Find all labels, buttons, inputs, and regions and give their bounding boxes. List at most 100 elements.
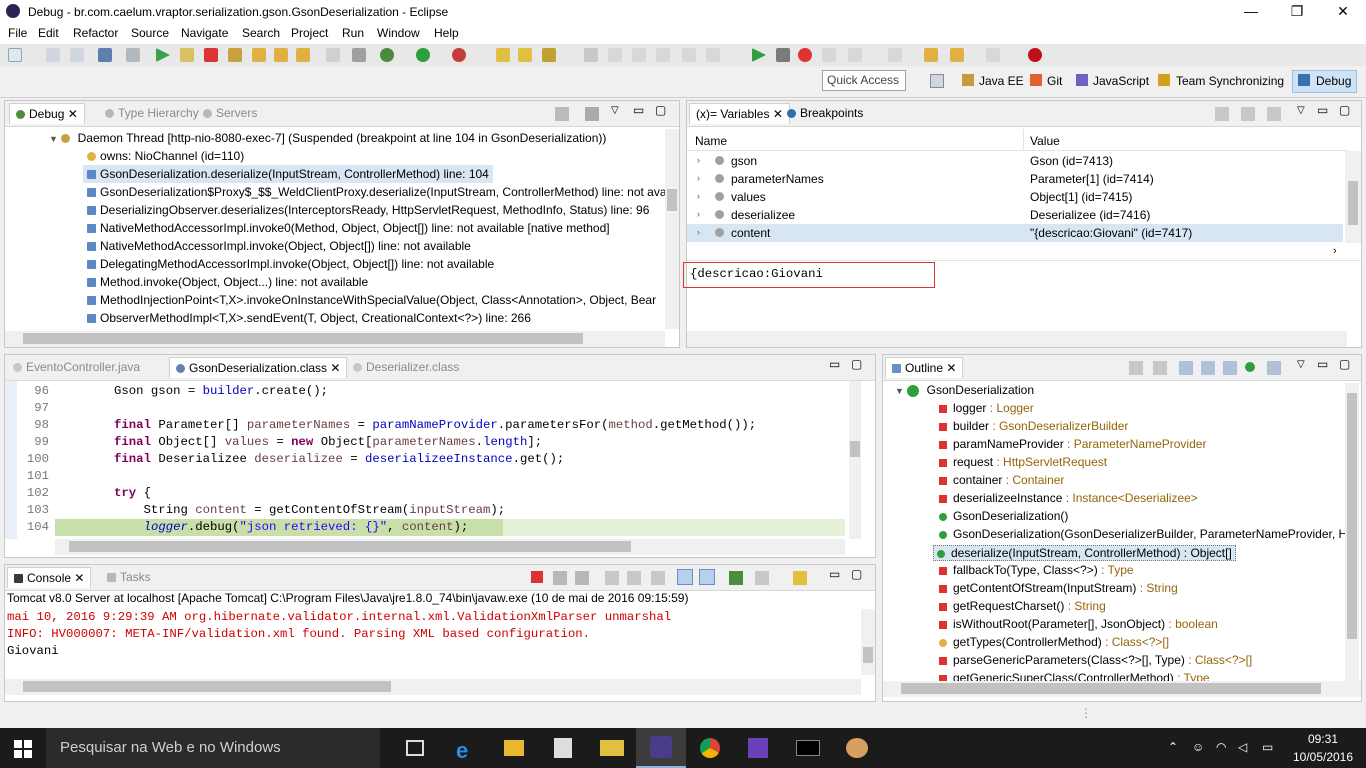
- view-menu-icon[interactable]: [585, 107, 599, 121]
- show-whitespace-icon[interactable]: [682, 48, 696, 62]
- new-java-project-icon[interactable]: [496, 48, 510, 62]
- edge-icon[interactable]: e: [456, 738, 468, 764]
- minimize-view-icon[interactable]: ▭: [1317, 103, 1328, 117]
- thread-node[interactable]: ▼ Daemon Thread [http-nio-8080-exec-7] (…: [49, 131, 606, 145]
- step-return-icon[interactable]: [296, 48, 310, 62]
- scroll-lock-icon[interactable]: [627, 571, 641, 585]
- menu-search[interactable]: Search: [242, 26, 280, 40]
- tab-outline[interactable]: Outline ✕: [885, 357, 964, 378]
- menu-help[interactable]: Help: [434, 26, 459, 40]
- scrollbar-thumb[interactable]: [1347, 393, 1357, 639]
- view-dropdown-icon[interactable]: ▽: [611, 105, 619, 116]
- collapse-icon[interactable]: ▼: [895, 386, 904, 396]
- folder-icon[interactable]: [600, 740, 624, 756]
- debug-vertical-scrollbar[interactable]: [665, 129, 679, 329]
- pin-console-icon[interactable]: [729, 571, 743, 585]
- word-wrap-icon[interactable]: [651, 571, 665, 585]
- show-hidden-icons-icon[interactable]: ⌃: [1168, 740, 1178, 754]
- forward-icon[interactable]: [986, 48, 1000, 62]
- breakpoint-ruler[interactable]: [5, 381, 17, 539]
- paint-icon[interactable]: [846, 738, 868, 758]
- drop-to-frame-icon[interactable]: [326, 48, 340, 62]
- outline-horizontal-scrollbar[interactable]: [883, 681, 1361, 697]
- expand-icon[interactable]: ›: [697, 173, 700, 183]
- windows-start-icon[interactable]: [14, 740, 32, 758]
- scrollbar-thumb[interactable]: [850, 441, 860, 457]
- console-output[interactable]: mai 10, 2016 9:29:39 AM org.hibernate.va…: [7, 609, 859, 660]
- menu-window[interactable]: Window: [377, 26, 420, 40]
- minimize-view-icon[interactable]: ▭: [829, 357, 840, 371]
- run-external-tools-icon[interactable]: [452, 48, 466, 62]
- outline-item[interactable]: fallbackTo(Type, Class<?>) : Type: [939, 563, 1134, 577]
- back-icon[interactable]: [950, 48, 964, 62]
- variable-row[interactable]: › values Object[1] (id=7415): [687, 188, 1343, 206]
- step-over-icon[interactable]: [274, 48, 288, 62]
- prev-annotation-icon[interactable]: [888, 48, 902, 62]
- hand-icon[interactable]: [822, 48, 836, 62]
- stack-frame[interactable]: NativeMethodAccessorImpl.invoke(Object, …: [87, 239, 471, 253]
- show-type-names-icon[interactable]: [1215, 107, 1229, 121]
- expand-icon[interactable]: ›: [697, 155, 700, 165]
- pilcrow-icon[interactable]: [706, 48, 720, 62]
- tab-tasks[interactable]: Tasks: [107, 570, 151, 584]
- resume-icon[interactable]: [156, 48, 170, 62]
- wifi-icon[interactable]: ◠: [1216, 740, 1226, 754]
- console-horizontal-scrollbar[interactable]: [5, 679, 861, 695]
- outline-item[interactable]: builder : GsonDeserializerBuilder: [939, 419, 1128, 433]
- expand-icon[interactable]: ›: [697, 209, 700, 219]
- terminate-icon[interactable]: [531, 571, 543, 583]
- variable-row-selected[interactable]: › content "{descricao:Giovani" (id=7417): [687, 224, 1343, 242]
- tab-breakpoints[interactable]: Breakpoints: [787, 106, 863, 120]
- cmd-icon[interactable]: [796, 740, 820, 756]
- perspective-git[interactable]: Git: [1047, 74, 1062, 88]
- perspective-debug[interactable]: Debug: [1316, 74, 1351, 88]
- taskbar-date[interactable]: 10/05/2016: [1290, 750, 1356, 764]
- perspective-java-ee[interactable]: Java EE: [979, 74, 1024, 88]
- expand-icon[interactable]: ›: [697, 227, 700, 237]
- tab-variables[interactable]: (x)= Variables ✕: [689, 103, 790, 124]
- keyboard-icon[interactable]: ▭: [1262, 740, 1273, 754]
- scrollbar-thumb[interactable]: [69, 541, 631, 552]
- search-icon[interactable]: [584, 48, 598, 62]
- public-filter-icon[interactable]: [1245, 362, 1255, 372]
- editor-vertical-scrollbar[interactable]: [849, 381, 861, 539]
- outline-item[interactable]: deserialize(InputStream, ControllerMetho…: [933, 545, 1236, 561]
- menu-project[interactable]: Project: [291, 26, 328, 40]
- editor-horizontal-scrollbar[interactable]: [55, 539, 845, 555]
- save-icon[interactable]: [46, 48, 60, 62]
- new-package-icon[interactable]: [518, 48, 532, 62]
- file-explorer-icon[interactable]: [504, 740, 524, 756]
- scrollbar-thumb[interactable]: [23, 333, 583, 344]
- maximize-view-icon[interactable]: ▢: [1339, 103, 1350, 117]
- maximize-view-icon[interactable]: ▢: [655, 103, 666, 117]
- stack-frame[interactable]: DelegatingMethodAccessorImpl.invoke(Obje…: [87, 257, 494, 271]
- open-type-icon[interactable]: [542, 48, 556, 62]
- use-step-filters-icon[interactable]: [352, 48, 366, 62]
- debug-icon[interactable]: [380, 48, 394, 62]
- tab-debug[interactable]: Debug ✕: [9, 103, 85, 124]
- variable-detail-pane[interactable]: {descricao:Giovani: [683, 262, 935, 288]
- remove-all-terminated-icon[interactable]: [555, 107, 569, 121]
- debug-horizontal-scrollbar[interactable]: [5, 331, 665, 347]
- menu-file[interactable]: File: [8, 26, 27, 40]
- skip-breakpoints-icon[interactable]: [126, 48, 140, 62]
- menu-refactor[interactable]: Refactor: [73, 26, 118, 40]
- outline-item[interactable]: GsonDeserialization(GsonDeserializerBuil…: [939, 527, 1347, 541]
- perspective-team-synchronizing[interactable]: Team Synchronizing: [1176, 74, 1284, 88]
- eclipse-taskbar-active[interactable]: [636, 728, 686, 768]
- scrollbar-thumb[interactable]: [23, 681, 391, 692]
- task-view-icon[interactable]: [406, 740, 424, 756]
- layout-icon[interactable]: [1267, 107, 1281, 121]
- new-icon[interactable]: [8, 48, 22, 62]
- code-editor[interactable]: Gson gson = builder.create(); final Para…: [55, 383, 845, 536]
- outline-item[interactable]: parseGenericParameters(Class<?>[], Type)…: [939, 653, 1252, 667]
- maximize-button[interactable]: ❐: [1274, 0, 1320, 24]
- hide-static-icon[interactable]: [1201, 361, 1215, 375]
- disconnect-icon[interactable]: [228, 48, 242, 62]
- menu-source[interactable]: Source: [131, 26, 169, 40]
- variables-horizontal-scrollbar[interactable]: ›: [687, 245, 1361, 261]
- clear-console-icon[interactable]: [605, 571, 619, 585]
- view-dropdown-icon[interactable]: ▽: [1297, 105, 1305, 116]
- show-stdout-icon[interactable]: [677, 569, 693, 585]
- minimize-button[interactable]: —: [1228, 0, 1274, 24]
